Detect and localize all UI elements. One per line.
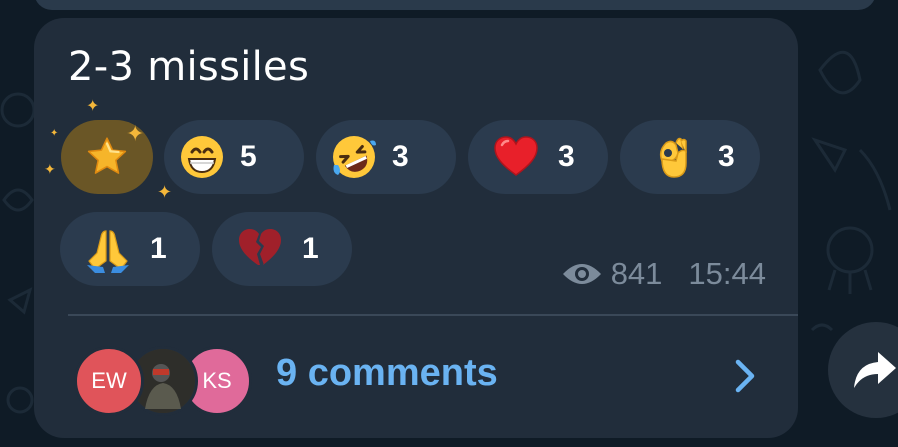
message-meta: 841 15:44 xyxy=(561,256,766,292)
reaction-count: 3 xyxy=(392,140,409,173)
avatar: EW xyxy=(74,346,144,416)
sparkle-icon: ✦ xyxy=(157,182,173,203)
reaction-count: 1 xyxy=(150,232,167,265)
red-heart-icon xyxy=(494,136,538,176)
sparkle-icon: ✦ xyxy=(44,162,56,178)
reaction-count: 5 xyxy=(240,140,257,173)
previous-message-bubble xyxy=(34,0,876,10)
view-count: 841 xyxy=(610,256,663,291)
avatar-initials: EW xyxy=(91,368,127,393)
eye-icon xyxy=(562,264,601,284)
avatar-initials: KS xyxy=(202,368,232,393)
reaction-ok-hand[interactable]: 3 xyxy=(620,120,760,194)
grinning-face-icon xyxy=(181,136,223,178)
divider xyxy=(68,314,798,316)
message-time: 15:44 xyxy=(688,256,766,291)
ok-hand-icon xyxy=(659,137,687,178)
sparkle-icon: ✦ xyxy=(50,128,59,139)
rolling-laughing-face-icon xyxy=(333,136,376,178)
sparkle-icon: ✦ xyxy=(86,96,100,115)
share-arrow-icon xyxy=(854,352,896,388)
chevron-right-icon[interactable] xyxy=(730,356,760,396)
broken-heart-icon xyxy=(239,229,281,265)
reaction-broken-heart[interactable]: 1 xyxy=(212,212,352,286)
reaction-rofl[interactable]: 3 xyxy=(316,120,456,194)
reaction-heart[interactable]: 3 xyxy=(468,120,608,194)
reaction-folded-hands[interactable]: 1 xyxy=(60,212,200,286)
reaction-count: 3 xyxy=(558,140,575,173)
reaction-grinning[interactable]: 5 xyxy=(164,120,304,194)
reaction-count: 3 xyxy=(718,140,735,173)
comments-link[interactable]: 9 comments xyxy=(276,352,498,395)
folded-hands-icon xyxy=(87,230,129,273)
reaction-count: 1 xyxy=(302,232,319,265)
sparkle-icon: ✦ xyxy=(126,122,145,147)
star-icon xyxy=(87,137,127,174)
message-text: 2-3 missiles xyxy=(68,44,310,90)
